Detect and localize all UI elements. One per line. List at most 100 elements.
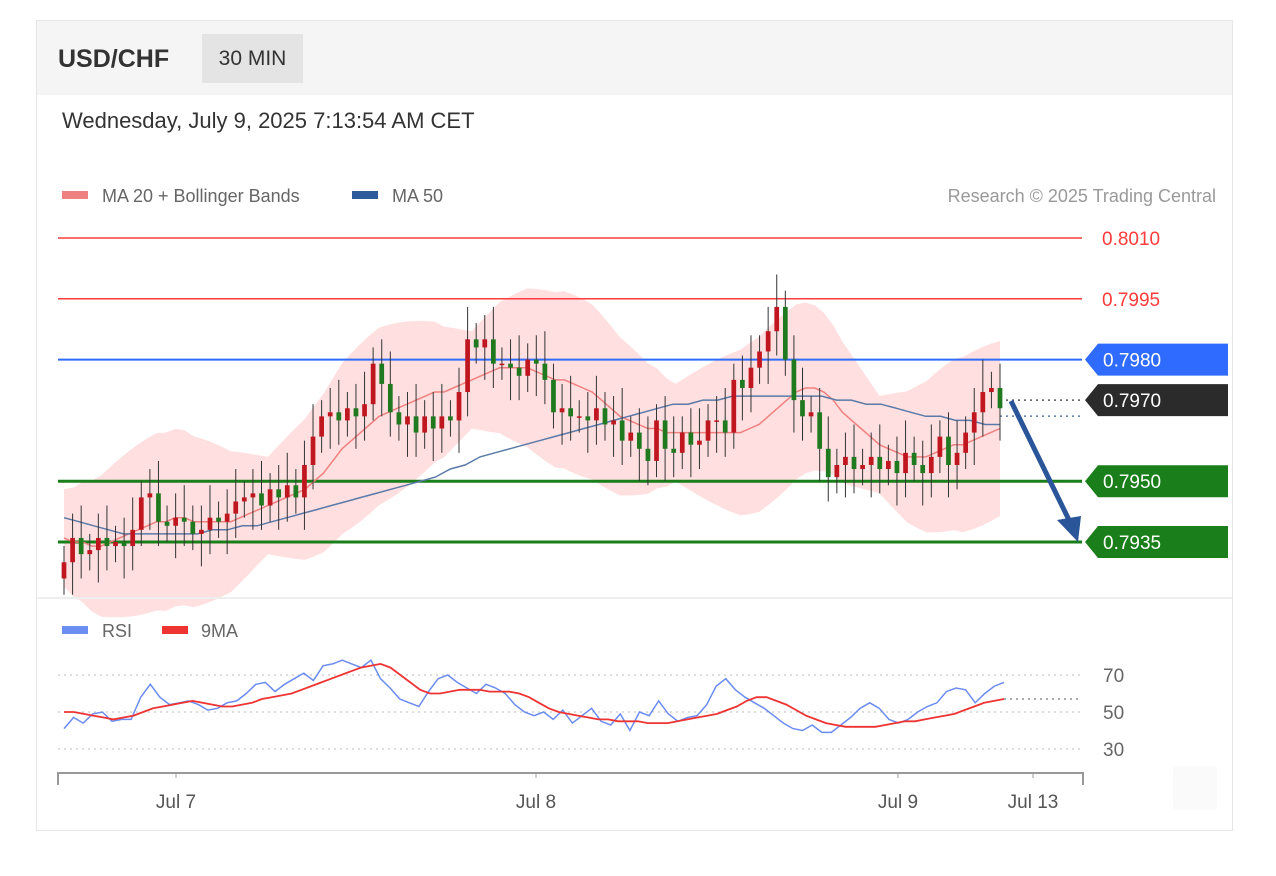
candle-body — [903, 452, 908, 474]
candle-body — [954, 452, 960, 465]
candle-body — [868, 456, 874, 465]
candle-body — [834, 464, 840, 478]
time-tick-label: Jul 7 — [156, 792, 196, 813]
candle-body — [302, 464, 307, 498]
candle-body — [860, 464, 865, 470]
rsi-panel: 70 50 30 — [58, 659, 1124, 761]
candle-body — [740, 379, 745, 388]
candle-body — [851, 456, 857, 470]
candle-body — [731, 379, 737, 433]
candle-body — [662, 420, 668, 449]
candle-body — [937, 436, 943, 457]
candle-body — [199, 529, 204, 534]
candle-body — [405, 416, 410, 425]
candle-body — [370, 363, 376, 405]
candle-body — [997, 387, 1003, 409]
ma20-legend-swatch — [62, 191, 88, 199]
rsi-ma-legend-swatch — [162, 626, 188, 634]
candle-body — [224, 513, 230, 522]
candle-body — [508, 363, 513, 368]
forecast-arrow-shaft — [1008, 399, 1072, 522]
candle-body — [362, 404, 367, 417]
candle-body — [980, 392, 986, 413]
candle-body — [482, 339, 488, 348]
candle-body — [697, 440, 702, 445]
scroll-top-button[interactable] — [1173, 766, 1217, 810]
candle-body — [928, 456, 934, 474]
candle-body — [353, 408, 359, 417]
candle-body — [465, 339, 470, 393]
candle-body — [284, 485, 290, 498]
candle-body — [525, 359, 531, 376]
candle-body — [473, 339, 479, 348]
time-axis-labels: Jul 7 Jul 8 Jul 9 Jul 13 — [156, 773, 1058, 813]
candle-body — [628, 432, 634, 441]
rsi-ma-line — [64, 662, 1005, 728]
candle-body — [654, 420, 659, 461]
candle-body — [276, 489, 282, 498]
candle-body — [70, 537, 75, 563]
candle-body — [190, 521, 196, 534]
candle-body — [121, 542, 127, 547]
candle-body — [216, 517, 221, 522]
candle-body — [164, 521, 170, 526]
candle-body — [499, 363, 505, 366]
candle-body — [911, 452, 917, 465]
candle-body — [765, 331, 771, 352]
candle-body — [319, 416, 324, 437]
candle-body — [413, 416, 419, 433]
candle-body — [387, 383, 393, 413]
level-tag-text: 0.7950 — [1103, 472, 1161, 493]
rsi-legend-label: RSI — [102, 621, 132, 641]
level-tag-text: 0.7970 — [1103, 391, 1161, 412]
price-chart: MA 20 + Bollinger Bands MA 50 Research ©… — [37, 186, 1232, 813]
candle-body — [250, 493, 256, 498]
candle-body — [946, 436, 951, 465]
candle-body — [147, 493, 153, 498]
candle-body — [800, 400, 805, 417]
forecast-arrow — [1008, 399, 1081, 542]
forecast-arrow-head — [1057, 516, 1081, 542]
candle-body — [87, 550, 93, 555]
candle-body — [714, 420, 719, 422]
candle-body — [559, 408, 565, 413]
candle-body — [78, 537, 84, 555]
candle-body — [422, 416, 428, 433]
candle-body — [267, 489, 273, 506]
candle-body — [156, 493, 161, 522]
candle-body — [808, 412, 814, 417]
copyright-credit: Research © 2025 Trading Central — [948, 186, 1216, 206]
candle-body — [327, 412, 333, 417]
ma50-legend-swatch — [352, 191, 378, 199]
candle-body — [542, 363, 548, 380]
candle-body — [886, 460, 891, 470]
candle-body — [894, 460, 900, 474]
candle-body — [568, 408, 574, 417]
rsi-ma-legend-label: 9MA — [201, 621, 238, 641]
rsi-tick-label: 30 — [1103, 740, 1124, 761]
candle-body — [95, 537, 101, 551]
level-tag-text: 0.7935 — [1103, 533, 1161, 554]
ma20-legend-label: MA 20 + Bollinger Bands — [102, 186, 300, 206]
candle-body — [533, 359, 539, 364]
candle-body — [817, 412, 823, 449]
level-labels: 0.8010 0.7995 0.7980 0.7970 0.7950 0.7935 — [1085, 229, 1228, 558]
candle-body — [448, 416, 453, 421]
candle-body — [602, 408, 608, 425]
candle-body — [920, 464, 926, 474]
rsi-legend-swatch — [62, 626, 88, 634]
candle-body — [722, 420, 728, 433]
candle-body — [688, 432, 694, 445]
time-tick-label: Jul 13 — [1008, 792, 1059, 813]
candle-body — [989, 387, 994, 393]
candle-body — [963, 432, 969, 453]
candle-body — [104, 537, 110, 547]
rsi-tick-label: 70 — [1103, 666, 1124, 687]
candle-body — [585, 416, 591, 421]
candle-body — [671, 448, 677, 453]
ma50-legend-label: MA 50 — [392, 186, 443, 206]
candle-body — [774, 306, 780, 332]
candle-body — [430, 416, 436, 429]
candle-body — [490, 339, 496, 364]
rsi-tick-label: 50 — [1103, 703, 1124, 724]
